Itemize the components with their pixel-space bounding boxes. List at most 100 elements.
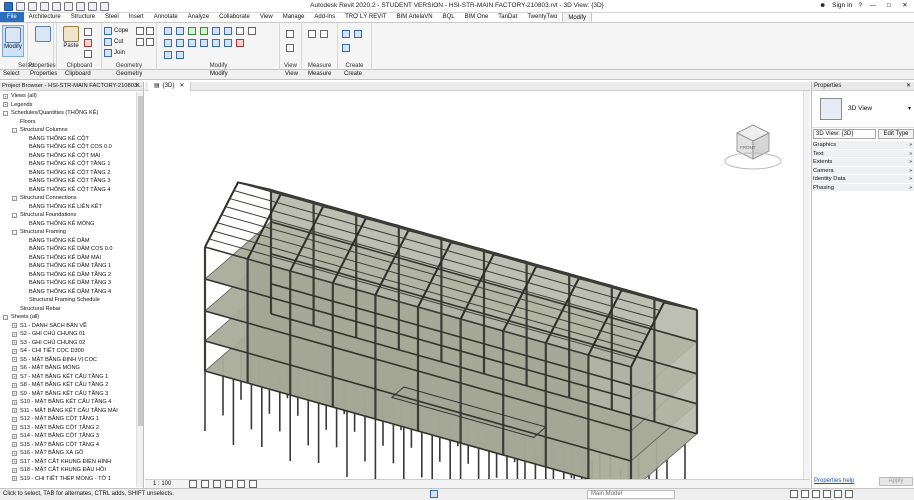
browser-tree-item[interactable]: + Legends (0, 101, 136, 110)
mirror-draw-icon[interactable] (200, 26, 208, 35)
chevron-down-icon[interactable]: » (909, 167, 912, 176)
properties-help-link[interactable]: Properties help (814, 478, 854, 484)
hide-element-icon[interactable] (286, 43, 294, 52)
browser-tree-item[interactable]: + S18 - MẶT CẮT KHUNG ĐẦU HỒI (0, 466, 136, 475)
sign-in-link[interactable]: Sign In (832, 2, 852, 9)
create-parts-icon[interactable] (354, 29, 362, 38)
cut-icon[interactable] (84, 38, 92, 47)
browser-tree-item[interactable]: - Structural Columns (0, 126, 136, 135)
tab-view[interactable]: View (255, 12, 278, 22)
tab-steel[interactable]: Steel (100, 12, 124, 22)
browser-tree-item[interactable]: - Sheets (all) (0, 313, 136, 322)
browser-tree-item[interactable]: BẢNG THỐNG KÊ DẦM TẦNG 4 (0, 288, 136, 297)
tab-architecture[interactable]: Architecture (24, 12, 66, 22)
tab-manage[interactable]: Manage (278, 12, 310, 22)
browser-tree-item[interactable]: BẢNG THỐNG KÊ CỘT MÁI (0, 152, 136, 161)
expand-icon[interactable]: + (12, 357, 17, 362)
help-icon[interactable]: ? (858, 2, 862, 9)
collapse-icon[interactable]: - (12, 195, 17, 201)
browser-tree-item[interactable]: BẢNG THỐNG KÊ DẦM TẦNG 3 (0, 279, 136, 288)
match-type-icon[interactable] (84, 49, 92, 58)
tab-modify[interactable]: Modify (562, 12, 592, 22)
browser-tree-item[interactable]: + S19 - CHI TIẾT THÉP MÓNG - TỜ 1 (0, 475, 136, 484)
browser-tree-item[interactable]: - Structural Foundations (0, 211, 136, 220)
tab-add-ins[interactable]: Add-Ins (309, 12, 340, 22)
shadows-icon[interactable] (225, 480, 233, 488)
browser-tree-item[interactable]: + Views (all) (0, 92, 136, 101)
chevron-down-icon[interactable]: » (909, 184, 912, 193)
edit-type-button[interactable]: Edit Type (878, 129, 914, 139)
rotate-icon[interactable] (188, 38, 196, 47)
unpin-icon[interactable] (248, 26, 256, 35)
cope-tool[interactable]: Cope (104, 26, 128, 35)
browser-tree-item[interactable]: + S4 - CHI TIẾT CỌC D300 (0, 347, 136, 356)
trim-extend-icon[interactable] (200, 38, 208, 47)
close-icon[interactable]: ✕ (906, 82, 911, 89)
browser-tree-item[interactable]: + S8 - MẶT BẰNG KẾT CẤU TẦNG 2 (0, 381, 136, 390)
measure-between-icon[interactable] (308, 29, 316, 38)
demolish-icon[interactable] (146, 37, 154, 46)
tab-3d-view[interactable]: ▤ {3D} ✕ (148, 82, 192, 91)
expand-icon[interactable]: + (12, 331, 17, 337)
tab-insert[interactable]: Insert (124, 12, 149, 22)
tab-tandat[interactable]: TanDat (493, 12, 522, 22)
apply-button[interactable]: Apply (879, 477, 913, 486)
type-selector[interactable]: 3D View ▾ (812, 92, 914, 128)
wall-joins-icon[interactable] (136, 37, 144, 46)
expand-icon[interactable]: + (12, 323, 17, 328)
browser-tree-item[interactable]: + S9 - MẶT BẰNG KẾT CẤU TẦNG 3 (0, 390, 136, 399)
join-tool[interactable]: Join (104, 48, 125, 57)
expand-icon[interactable]: + (12, 450, 17, 456)
array-icon[interactable] (164, 50, 172, 59)
select-links-icon[interactable] (790, 490, 798, 498)
chevron-down-icon[interactable]: » (909, 158, 912, 167)
browser-tree-item[interactable]: + S3 - GHI CHÚ CHUNG 02 (0, 339, 136, 348)
crop-view-icon[interactable] (237, 480, 245, 488)
view-3d-viewport[interactable]: ▤ {3D} ✕ FRONT 1 : 100 (145, 82, 810, 488)
expand-icon[interactable]: + (12, 408, 17, 413)
expand-icon[interactable]: + (12, 433, 17, 439)
sun-path-icon[interactable] (213, 480, 221, 488)
expand-icon[interactable]: + (12, 416, 17, 422)
browser-tree-item[interactable]: - Structural Connections (0, 194, 136, 203)
create-assembly-icon[interactable] (342, 29, 350, 38)
tab-bim-one[interactable]: BIM One (460, 12, 494, 22)
properties-button[interactable] (32, 25, 54, 57)
drag-on-selection-icon[interactable] (834, 490, 842, 498)
tab-collaborate[interactable]: Collaborate (214, 12, 255, 22)
property-category-phasing[interactable]: Phasing » (812, 183, 914, 193)
expand-icon[interactable]: + (12, 467, 17, 473)
expand-icon[interactable]: + (12, 340, 17, 345)
tab-structure[interactable]: Structure (66, 12, 100, 22)
browser-tree-item[interactable]: BẢNG THỐNG KÊ CỘT TẦNG 2 (0, 169, 136, 178)
expand-icon[interactable]: + (3, 102, 8, 107)
move-icon[interactable] (164, 38, 172, 47)
expand-icon[interactable]: + (12, 425, 17, 430)
viewport-scrollbar[interactable] (803, 91, 810, 479)
close-tab-icon[interactable]: ✕ (179, 83, 184, 89)
collapse-icon[interactable]: - (12, 127, 17, 133)
browser-tree-item[interactable]: BẢNG THỐNG KÊ DẦM COS 0.0 (0, 245, 136, 254)
collapse-icon[interactable]: - (12, 229, 17, 235)
browser-tree-item[interactable]: - Structural Framing (0, 228, 136, 237)
browser-tree-item[interactable]: BẢNG THỐNG KÊ LIÊN KẾT (0, 203, 136, 212)
collapse-icon[interactable]: - (3, 110, 8, 116)
collapse-icon[interactable]: - (3, 314, 8, 320)
browser-tree-item[interactable]: Floors (0, 118, 136, 127)
expand-icon[interactable]: + (12, 365, 17, 371)
collapse-icon[interactable]: - (12, 212, 17, 218)
tab-bim-artelavn[interactable]: BIM ArtelaVN (392, 12, 438, 22)
tab-annotate[interactable]: Annotate (149, 12, 183, 22)
chevron-down-icon[interactable]: » (909, 175, 912, 184)
tab-file[interactable]: File (0, 12, 24, 22)
property-category-graphics[interactable]: Graphics » (812, 141, 914, 150)
split-gap-icon[interactable] (224, 26, 232, 35)
browser-scroll-thumb[interactable] (138, 96, 143, 426)
browser-tree-item[interactable]: + S15 - MẶT BẰNG CỘT TẦNG 4 (0, 441, 136, 450)
copy-element-icon[interactable] (176, 38, 184, 47)
minimize-icon[interactable]: — (868, 2, 878, 9)
expand-icon[interactable]: + (12, 399, 17, 405)
expand-icon[interactable]: + (3, 93, 8, 99)
aligned-dimension-icon[interactable] (320, 29, 328, 38)
user-icon[interactable]: ☻ (819, 2, 826, 9)
